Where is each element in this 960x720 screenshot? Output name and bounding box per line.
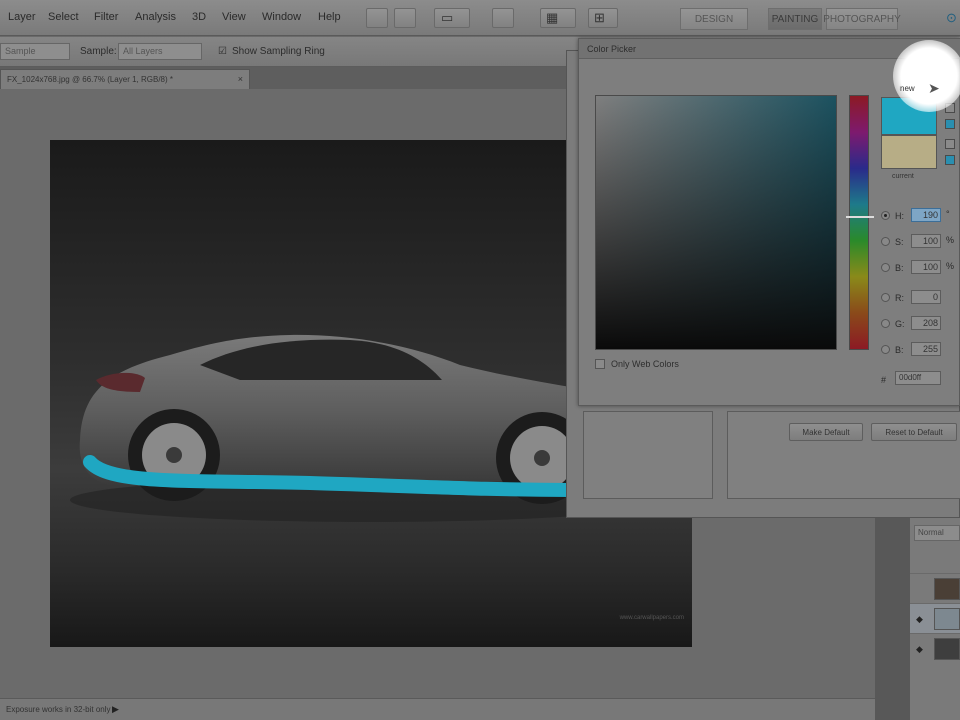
workspace-painting[interactable]: PAINTING (768, 8, 822, 30)
menu-analysis[interactable]: Analysis (135, 11, 176, 23)
menu-3d[interactable]: 3D (192, 11, 206, 23)
blue-input[interactable]: 255 (911, 342, 941, 356)
hue-slider-marker[interactable] (846, 216, 874, 218)
eye-icon[interactable]: ◆ (916, 644, 923, 655)
sample-layers-select[interactable]: All Layers (118, 43, 202, 60)
red-input[interactable]: 0 (911, 290, 941, 304)
workspace-photography[interactable]: PHOTOGRAPHY (823, 8, 901, 30)
only-web-colors-checkbox[interactable] (595, 359, 605, 369)
hue-input[interactable]: 190 (911, 208, 941, 222)
color-picker-title: Color Picker (587, 44, 637, 54)
color-field[interactable] (595, 95, 837, 350)
sample-size-select[interactable]: Sample (0, 43, 70, 60)
panel-dock-strip (875, 515, 910, 720)
green-label: G: (895, 319, 905, 329)
layer-row[interactable] (910, 573, 960, 603)
blend-mode-select[interactable]: Normal (914, 525, 960, 541)
menu-layer[interactable]: Layer (8, 11, 36, 23)
status-bar: Exposure works in 32-bit only ▶ (0, 698, 875, 720)
menu-select[interactable]: Select (48, 11, 79, 23)
menu-bar: Layer Select Filter Analysis 3D View Win… (0, 0, 960, 36)
hue-radio[interactable] (881, 211, 890, 220)
blue-radio[interactable] (881, 345, 890, 354)
cursor-highlight (893, 40, 960, 112)
red-label: R: (895, 293, 904, 303)
eye-icon[interactable]: ◆ (916, 614, 923, 625)
menu-help[interactable]: Help (318, 11, 341, 23)
status-text: Exposure works in 32-bit only (6, 705, 111, 714)
saturation-label: S: (895, 237, 904, 247)
arrange-documents-button[interactable]: ▦ (540, 8, 576, 28)
current-color-swatch[interactable] (881, 135, 937, 169)
saturation-input[interactable]: 100 (911, 234, 941, 248)
hue-label: H: (895, 211, 904, 221)
green-input[interactable]: 208 (911, 316, 941, 330)
zoom-level-button[interactable] (492, 8, 514, 28)
menu-window[interactable]: Window (262, 11, 301, 23)
workspace-design[interactable]: DESIGN (680, 8, 748, 30)
image-watermark: www.carwallpapers.com (619, 615, 684, 621)
warning-swatch[interactable] (945, 119, 955, 129)
reset-to-default-button[interactable]: Reset to Default (871, 423, 957, 441)
layer-row[interactable]: ◆ (910, 603, 960, 633)
web-safe-cube-icon[interactable] (945, 139, 955, 149)
search-icon[interactable]: ⊙ (946, 9, 957, 27)
brightness-radio[interactable] (881, 263, 890, 272)
close-icon[interactable]: × (238, 74, 243, 84)
layer-thumbnail (934, 638, 960, 660)
screen-mode-icon: ⊞ (594, 10, 605, 25)
launch-minibridge-button[interactable] (394, 8, 416, 28)
hue-unit: ° (946, 209, 950, 219)
red-radio[interactable] (881, 293, 890, 302)
make-default-button[interactable]: Make Default (789, 423, 863, 441)
new-color-callout: new (900, 84, 915, 93)
brightness-label: B: (895, 263, 904, 273)
hex-label: # (881, 375, 887, 385)
show-ring-label: Show Sampling Ring (232, 46, 325, 57)
saturation-radio[interactable] (881, 237, 890, 246)
layers-panel: Normal ◆ ◆ (910, 515, 960, 720)
mouse-cursor-icon: ➤ (928, 80, 940, 96)
menu-filter[interactable]: Filter (94, 11, 118, 23)
status-menu-arrow-icon[interactable]: ▶ (112, 704, 119, 715)
show-ring-checkbox[interactable]: ☑ (218, 46, 227, 57)
brightness-unit: % (946, 261, 955, 271)
menu-view[interactable]: View (222, 11, 246, 23)
document-tab-bar: FX_1024x768.jpg @ 66.7% (Layer 1, RGB/8)… (0, 67, 570, 89)
layer-row[interactable]: ◆ (910, 633, 960, 663)
brightness-input[interactable]: 100 (911, 260, 941, 274)
view-extras-button[interactable]: ▭ (434, 8, 470, 28)
only-web-colors-label: Only Web Colors (611, 359, 679, 369)
arrange-icon: ▦ (546, 10, 559, 25)
web-safe-swatch[interactable] (945, 155, 955, 165)
layer-thumbnail (934, 578, 960, 600)
layer-thumbnail (934, 608, 960, 630)
green-radio[interactable] (881, 319, 890, 328)
preview-box (583, 411, 713, 499)
front-hub (534, 450, 550, 466)
current-color-label: current (892, 173, 914, 180)
hue-slider[interactable] (846, 95, 874, 350)
rear-hub (166, 447, 182, 463)
hex-input[interactable]: 00d0ff (895, 371, 941, 385)
saturation-unit: % (946, 235, 955, 245)
launch-bridge-button[interactable] (366, 8, 388, 28)
extras-icon: ▭ (441, 10, 454, 25)
blue-label: B: (895, 345, 904, 355)
document-tab-title: FX_1024x768.jpg @ 66.7% (Layer 1, RGB/8)… (7, 75, 173, 84)
screen-mode-button[interactable]: ⊞ (588, 8, 618, 28)
sample-label: Sample: (80, 46, 117, 57)
document-tab[interactable]: FX_1024x768.jpg @ 66.7% (Layer 1, RGB/8)… (0, 69, 250, 89)
